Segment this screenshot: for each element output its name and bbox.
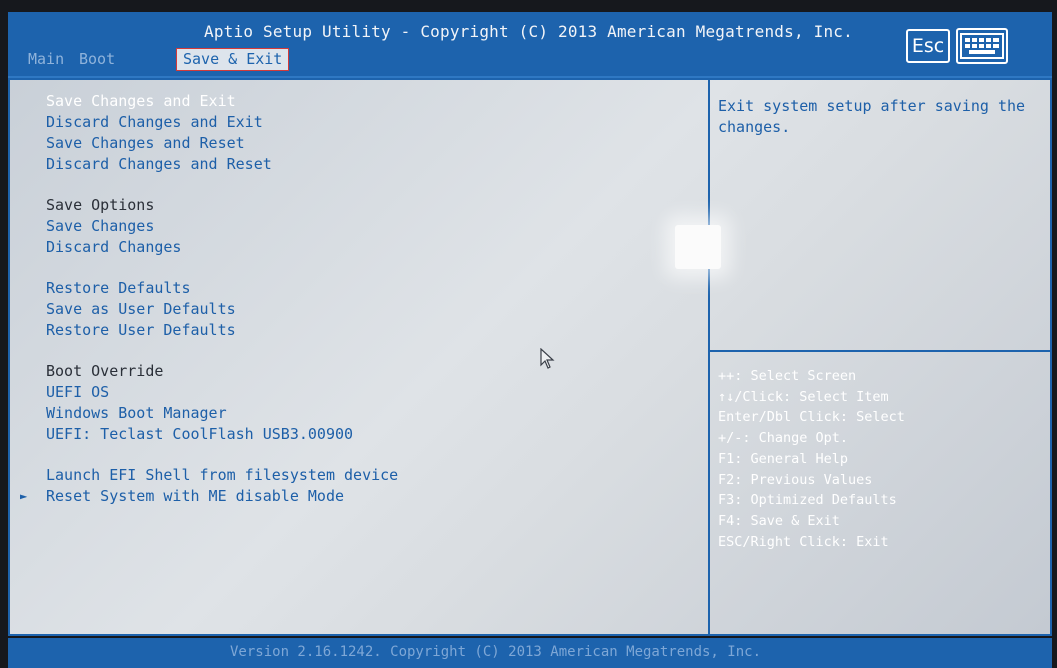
key-legend-item: F3: Optimized Defaults	[718, 492, 897, 509]
main-panel: Save Changes and Exit Discard Changes an…	[8, 78, 1052, 636]
menu-item-restore-defaults[interactable]: Restore Defaults	[46, 279, 191, 297]
key-legend-item: Enter/Dbl Click: Select	[718, 409, 905, 426]
menu-item-discard-changes[interactable]: Discard Changes	[46, 238, 181, 256]
footer-version-text: Version 2.16.1242. Copyright (C) 2013 Am…	[230, 644, 762, 660]
menu-item-uefi-os[interactable]: UEFI OS	[46, 383, 109, 401]
key-legend: ++: Select Screen ↑↓/Click: Select Item …	[718, 366, 905, 552]
section-heading-boot-override: Boot Override	[46, 362, 164, 380]
footer-bar: Version 2.16.1242. Copyright (C) 2013 Am…	[8, 638, 1052, 668]
bios-screen: Aptio Setup Utility - Copyright (C) 2013…	[0, 0, 1057, 668]
screen-glare	[675, 225, 721, 269]
menu-item-save-changes-and-reset[interactable]: Save Changes and Reset	[46, 134, 245, 152]
keyboard-button[interactable]	[956, 28, 1008, 64]
mouse-pointer-icon	[540, 348, 555, 369]
horizontal-divider	[710, 350, 1050, 352]
key-legend-item: F4: Save & Exit	[718, 512, 840, 529]
tab-boot[interactable]: Boot	[79, 50, 115, 68]
menu-item-launch-efi-shell[interactable]: Launch EFI Shell from filesystem device	[46, 466, 398, 484]
header-title: Aptio Setup Utility - Copyright (C) 2013…	[204, 22, 853, 41]
key-legend-item: F1: General Help	[718, 450, 849, 467]
keyboard-icon	[960, 33, 1004, 59]
menu-item-uefi-teclast-coolflash[interactable]: UEFI: Teclast CoolFlash USB3.00900	[46, 425, 353, 443]
section-heading-save-options: Save Options	[46, 196, 155, 214]
help-description: Exit system setup after saving the chang…	[718, 97, 1026, 136]
submenu-arrow-icon: ►	[20, 489, 28, 503]
menu-item-windows-boot-manager[interactable]: Windows Boot Manager	[46, 404, 227, 422]
key-legend-item: F2: Previous Values	[718, 471, 873, 488]
header-bar: Aptio Setup Utility - Copyright (C) 2013…	[8, 12, 1052, 78]
key-legend-item: +/-: Change Opt.	[718, 430, 849, 447]
menu-item-discard-changes-and-reset[interactable]: Discard Changes and Reset	[46, 155, 272, 173]
menu-item-save-changes-and-exit[interactable]: Save Changes and Exit	[46, 92, 236, 110]
menu-item-discard-changes-and-exit[interactable]: Discard Changes and Exit	[46, 113, 263, 131]
vertical-divider	[708, 80, 710, 634]
menu-item-save-changes[interactable]: Save Changes	[46, 217, 154, 235]
menu-item-save-as-user-defaults[interactable]: Save as User Defaults	[46, 300, 236, 318]
menu-item-reset-system-me-disable[interactable]: Reset System with ME disable Mode	[46, 487, 344, 505]
key-legend-item: ++: Select Screen	[718, 368, 857, 384]
key-legend-item: ESC/Right Click: Exit	[718, 533, 889, 550]
tab-main[interactable]: Main	[28, 50, 64, 68]
tab-save-exit[interactable]: Save & Exit	[176, 48, 290, 71]
menu-item-restore-user-defaults[interactable]: Restore User Defaults	[46, 321, 236, 339]
key-legend-item: ↑↓/Click: Select Item	[718, 388, 889, 405]
esc-button[interactable]: Esc	[906, 29, 950, 63]
